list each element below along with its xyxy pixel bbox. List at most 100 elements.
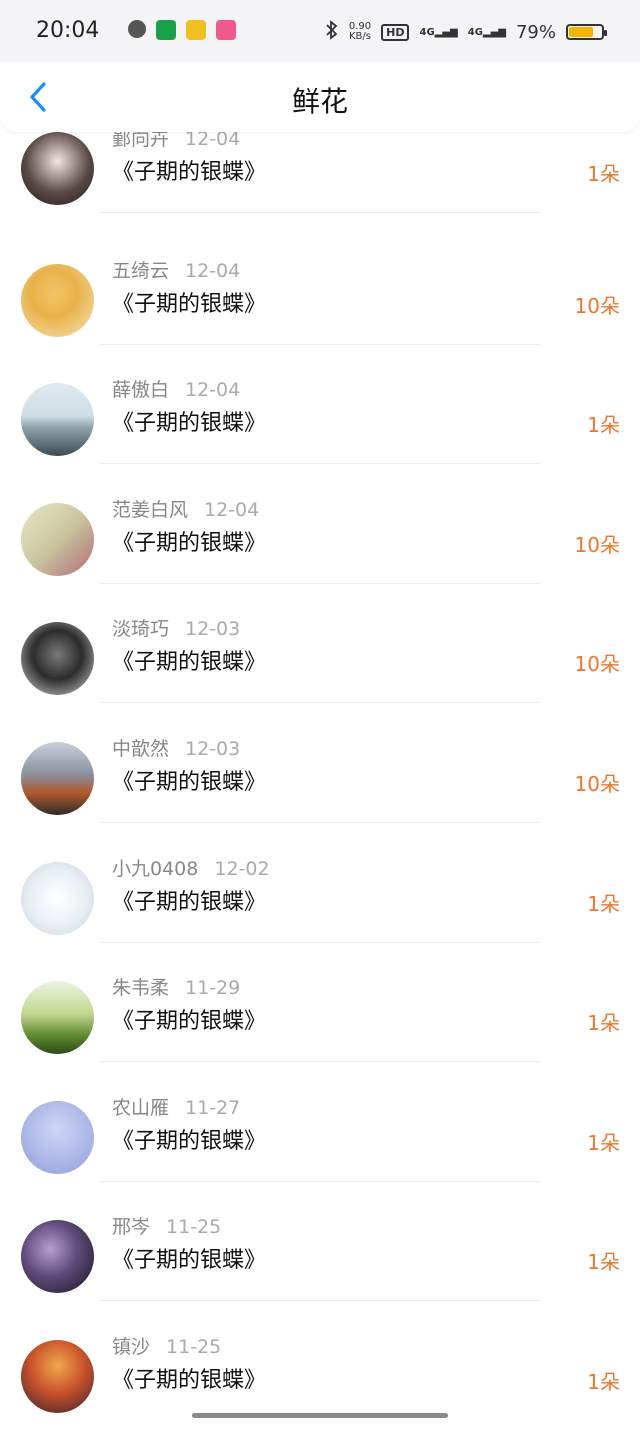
avatar[interactable] bbox=[21, 861, 94, 935]
app-notification-icon bbox=[156, 20, 176, 40]
net-label: 4G bbox=[467, 26, 483, 38]
sender-line: 五绮云 12-04 bbox=[112, 256, 240, 283]
book-title: 《子期的银蝶》 bbox=[112, 530, 267, 556]
book-title: 《子期的银蝶》 bbox=[112, 1248, 267, 1274]
send-date: 11-25 bbox=[166, 1216, 222, 1239]
sender-name: 邢岑 bbox=[112, 1216, 151, 1239]
avatar[interactable] bbox=[21, 263, 94, 337]
bluetooth-icon bbox=[325, 20, 339, 44]
flower-count: 10朵 bbox=[574, 652, 620, 677]
flower-count: 1朵 bbox=[587, 413, 620, 438]
list-item[interactable]: 中歆然 12-03 《子期的银蝶》 10朵 bbox=[0, 730, 640, 850]
avatar[interactable] bbox=[21, 383, 94, 457]
send-date: 12-02 bbox=[214, 857, 270, 880]
signal-icon: 4G▂▄▆ bbox=[419, 26, 458, 38]
sender-name: 农山雁 bbox=[112, 1096, 170, 1119]
flower-list: 鄞向卉 12-04 《子期的银蝶》 1朵 五绮云 12-04 《子期的银蝶》 10朵 薛傲白 12… bbox=[0, 128, 640, 1448]
send-date: 12-04 bbox=[204, 498, 260, 521]
divider bbox=[100, 582, 540, 584]
app-header: 鲜花 bbox=[0, 62, 640, 132]
book-title: 《子期的银蝶》 bbox=[112, 1128, 267, 1154]
list-item[interactable]: 农山雁 11-27 《子期的银蝶》 1朵 bbox=[0, 1089, 640, 1209]
send-date: 12-04 bbox=[185, 379, 241, 402]
sender-line: 范姜白风 12-04 bbox=[112, 495, 259, 522]
sender-line: 小九0408 12-02 bbox=[112, 854, 270, 881]
sender-line: 淡琦巧 12-03 bbox=[112, 614, 240, 641]
list-item[interactable]: 五绮云 12-04 《子期的银蝶》 10朵 bbox=[0, 252, 640, 372]
status-bar: 20:04 0.90 KB/s HD 4G▂▄▆ 4G▂▄▆ 79% bbox=[0, 0, 640, 62]
sender-name: 小九0408 bbox=[112, 857, 199, 880]
divider bbox=[100, 212, 540, 213]
flower-count: 1朵 bbox=[587, 1250, 620, 1275]
speed-unit: KB/s bbox=[349, 31, 371, 42]
net-label: 4G bbox=[419, 26, 435, 38]
avatar[interactable] bbox=[21, 1220, 94, 1294]
sender-name: 中歆然 bbox=[112, 737, 170, 760]
app-notification-icon bbox=[216, 20, 236, 40]
avatar[interactable] bbox=[21, 1100, 94, 1174]
send-date: 11-27 bbox=[185, 1096, 241, 1119]
sender-name: 范姜白风 bbox=[112, 498, 189, 521]
page-title: 鲜花 bbox=[291, 85, 348, 118]
status-time: 20:04 bbox=[36, 18, 100, 43]
list-item[interactable]: 邢岑 11-25 《子期的银蝶》 1朵 bbox=[0, 1208, 640, 1328]
avatar[interactable] bbox=[21, 741, 94, 815]
list-item[interactable]: 薛傲白 12-04 《子期的银蝶》 1朵 bbox=[0, 371, 640, 491]
book-title: 《子期的银蝶》 bbox=[112, 291, 267, 317]
notification-icons bbox=[128, 20, 236, 40]
flower-count: 1朵 bbox=[587, 891, 620, 916]
book-title: 《子期的银蝶》 bbox=[112, 889, 267, 915]
book-title: 《子期的银蝶》 bbox=[112, 160, 267, 185]
sender-name: 淡琦巧 bbox=[112, 618, 170, 641]
status-right: 0.90 KB/s HD 4G▂▄▆ 4G▂▄▆ 79% bbox=[325, 20, 607, 44]
avatar[interactable] bbox=[21, 502, 94, 576]
avatar[interactable] bbox=[21, 622, 94, 696]
list-item[interactable]: 范姜白风 12-04 《子期的银蝶》 10朵 bbox=[0, 491, 640, 611]
list-item[interactable]: 淡琦巧 12-03 《子期的银蝶》 10朵 bbox=[0, 610, 640, 730]
sender-name: 朱韦柔 bbox=[112, 977, 170, 1000]
avatar[interactable] bbox=[21, 132, 94, 205]
book-title: 《子期的银蝶》 bbox=[112, 1367, 267, 1393]
flower-count: 1朵 bbox=[587, 1369, 620, 1394]
battery-percent: 79% bbox=[515, 21, 556, 43]
avatar[interactable] bbox=[21, 981, 94, 1055]
sender-name: 镇沙 bbox=[112, 1335, 151, 1358]
send-date: 11-29 bbox=[185, 977, 241, 1000]
divider bbox=[100, 1061, 540, 1063]
divider bbox=[100, 1180, 540, 1182]
book-title: 《子期的银蝶》 bbox=[112, 411, 267, 437]
list-item[interactable]: 镇沙 11-25 《子期的银蝶》 1朵 bbox=[0, 1328, 640, 1448]
list-item[interactable]: 朱韦柔 11-29 《子期的银蝶》 1朵 bbox=[0, 969, 640, 1089]
flower-count: 10朵 bbox=[574, 293, 620, 318]
sender-name: 薛傲白 bbox=[112, 379, 170, 402]
list-item[interactable]: 鄞向卉 12-04 《子期的银蝶》 1朵 bbox=[0, 128, 640, 252]
sender-name: 五绮云 bbox=[112, 259, 170, 282]
book-title: 《子期的银蝶》 bbox=[112, 769, 267, 795]
sender-line: 农山雁 11-27 bbox=[112, 1093, 240, 1120]
sender-line: 朱韦柔 11-29 bbox=[112, 973, 240, 1000]
hd-icon: HD bbox=[381, 23, 410, 41]
home-indicator[interactable] bbox=[192, 1413, 448, 1418]
send-date: 12-03 bbox=[185, 737, 241, 760]
sender-line: 中歆然 12-03 bbox=[112, 734, 240, 761]
flower-count: 10朵 bbox=[574, 532, 620, 557]
flower-count: 10朵 bbox=[574, 771, 620, 796]
sender-line: 薛傲白 12-04 bbox=[112, 375, 240, 402]
sender-line: 邢岑 11-25 bbox=[112, 1212, 221, 1239]
send-date: 12-04 bbox=[185, 259, 241, 282]
list-item[interactable]: 小九0408 12-02 《子期的银蝶》 1朵 bbox=[0, 850, 640, 970]
flower-count: 1朵 bbox=[587, 1011, 620, 1036]
avatar[interactable] bbox=[21, 1339, 94, 1413]
divider bbox=[100, 821, 540, 823]
divider bbox=[100, 1300, 540, 1302]
divider bbox=[100, 463, 540, 465]
book-title: 《子期的银蝶》 bbox=[112, 1009, 267, 1035]
network-speed: 0.90 KB/s bbox=[349, 22, 371, 42]
divider bbox=[100, 941, 540, 943]
flower-count: 1朵 bbox=[587, 1130, 620, 1155]
send-date: 12-03 bbox=[185, 618, 241, 641]
app-notification-icon bbox=[186, 20, 206, 40]
divider bbox=[100, 343, 540, 345]
flower-count: 1朵 bbox=[587, 162, 620, 186]
divider bbox=[100, 702, 540, 704]
